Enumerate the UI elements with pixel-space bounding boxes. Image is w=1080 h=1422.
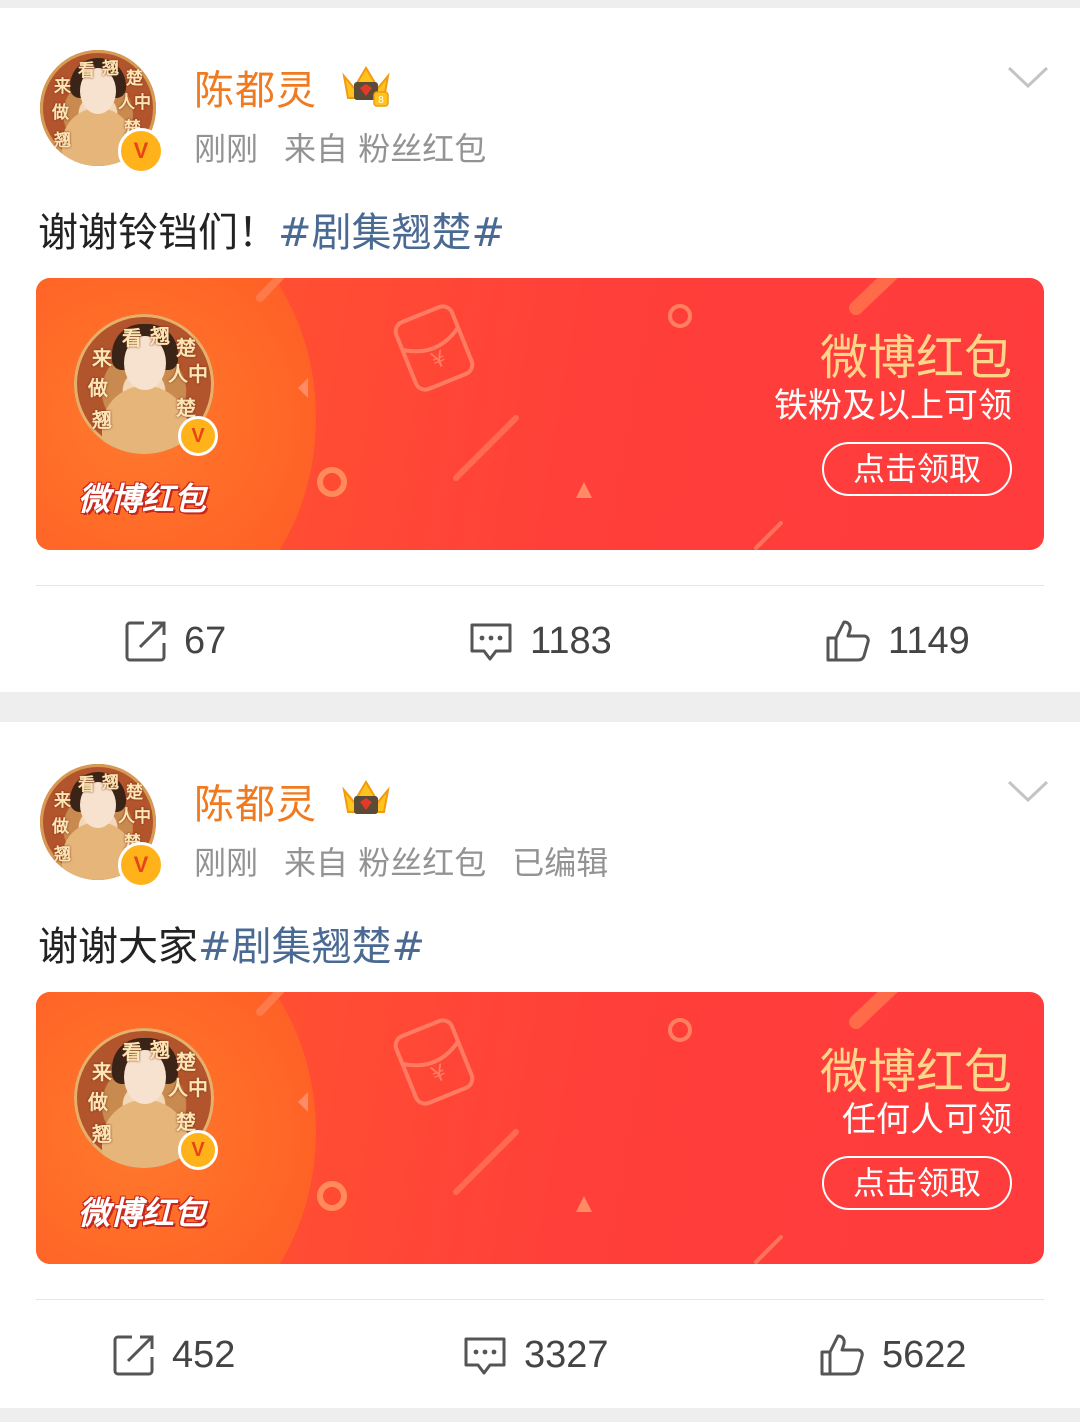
claim-button[interactable]: 点击领取 [822, 1156, 1012, 1210]
avatar-text: 中 [188, 362, 208, 386]
avatar-text: 来 [92, 1060, 112, 1084]
like-count: 1149 [888, 619, 970, 662]
author-name[interactable]: 陈都灵 [194, 772, 317, 830]
avatar-text: 中 [134, 93, 151, 113]
comment-icon [470, 623, 512, 661]
repost-count: 452 [172, 1333, 236, 1376]
weibo-post: 来 看 翘 楚 做 人 中 翘 楚 V 陈都灵 8 刚刚来自 粉丝红包 谢谢铃铛… [0, 8, 1080, 692]
avatar-text: 翘 [54, 845, 71, 865]
like-button[interactable]: 1149 [824, 616, 970, 666]
avatar-text: 看 [78, 775, 95, 795]
avatar-text: 做 [88, 376, 108, 400]
action-bar: 452 3327 5622 [0, 1318, 1080, 1388]
avatar-text: 楚 [126, 783, 143, 803]
divider [36, 585, 1044, 586]
avatar-text: 人 [118, 807, 135, 827]
like-button[interactable]: 5622 [818, 1330, 967, 1380]
divider [36, 1299, 1044, 1300]
chevron-down-icon[interactable] [1006, 778, 1050, 806]
like-icon [826, 620, 870, 662]
red-packet-card[interactable]: ¥ 来 看 翘 楚 做 人 中 翘 楚 V 微博红包 微博红包 任何人可领 点击… [36, 992, 1044, 1264]
post-text: 谢谢大家#剧集翘楚# [38, 914, 425, 972]
edited-label[interactable]: 已编辑 [512, 844, 608, 882]
comment-count: 1183 [530, 619, 612, 662]
claim-button[interactable]: 点击领取 [822, 442, 1012, 496]
avatar-text: 翘 [150, 324, 170, 348]
comment-button[interactable]: 1183 [468, 616, 612, 666]
post-meta: 刚刚 来自 粉丝红包 已编辑 [194, 838, 634, 884]
comment-count: 3327 [524, 1333, 609, 1376]
avatar-text: 看 [122, 1040, 142, 1064]
repost-button[interactable]: 67 [124, 616, 226, 666]
like-count: 5622 [882, 1333, 967, 1376]
crown-badge-icon[interactable]: 8 [338, 62, 394, 108]
verified-badge-icon: V [118, 842, 164, 888]
avatar-text: 翘 [102, 773, 119, 793]
post-text-main: 谢谢铃铛们！ [38, 210, 278, 256]
avatar-text: 人 [168, 1076, 188, 1100]
avatar-text: 翘 [102, 59, 119, 79]
avatar-text: 做 [52, 817, 69, 837]
avatar-text: 楚 [176, 1050, 196, 1074]
svg-text:8: 8 [378, 95, 384, 106]
card-subtitle: 铁粉及以上可领 [774, 386, 1012, 426]
verified-badge-icon: V [178, 1130, 218, 1170]
post-time: 刚刚 [194, 844, 259, 882]
avatar-text: 楚 [126, 69, 143, 89]
chevron-down-icon[interactable] [1006, 64, 1050, 92]
post-time: 刚刚 [194, 130, 259, 168]
verified-badge-icon: V [118, 128, 164, 174]
like-icon [820, 1334, 864, 1376]
avatar-text: 做 [52, 103, 69, 123]
crown-badge-icon[interactable] [338, 776, 394, 822]
svg-text:¥: ¥ [428, 1060, 450, 1088]
avatar-text: 中 [134, 807, 151, 827]
avatar-text: 做 [88, 1090, 108, 1114]
post-text-main: 谢谢大家 [38, 924, 198, 970]
weibo-post: 来 看 翘 楚 做 人 中 翘 楚 V 陈都灵 刚刚来自 粉丝红包已编辑 谢谢大… [0, 722, 1080, 1408]
avatar-text: 翘 [92, 408, 112, 432]
avatar-text: 人 [168, 362, 188, 386]
card-subtitle: 任何人可领 [842, 1100, 1012, 1140]
repost-button[interactable]: 452 [112, 1330, 235, 1380]
comment-button[interactable]: 3327 [462, 1330, 609, 1380]
repost-icon [113, 1335, 154, 1376]
post-meta: 刚刚 来自 粉丝红包 [194, 124, 512, 170]
post-source[interactable]: 来自 粉丝红包 [284, 844, 486, 882]
avatar-text: 翘 [150, 1038, 170, 1062]
red-packet-card[interactable]: ¥ 来 看 翘 楚 做 人 中 翘 楚 V 微博红包 微博红包 铁粉及以上可领 … [36, 278, 1044, 550]
hashtag-link[interactable]: #剧集翘楚# [198, 924, 425, 970]
avatar-text: 看 [78, 61, 95, 81]
post-text: 谢谢铃铛们！#剧集翘楚# [38, 200, 505, 258]
repost-count: 67 [184, 619, 227, 662]
repost-icon [125, 621, 166, 662]
avatar-text: 人 [118, 93, 135, 113]
post-source[interactable]: 来自 粉丝红包 [284, 130, 486, 168]
action-bar: 67 1183 1149 [0, 604, 1080, 674]
verified-badge-icon: V [178, 416, 218, 456]
avatar-text: 看 [122, 326, 142, 350]
avatar-text: 来 [54, 77, 71, 97]
avatar-text: 楚 [176, 336, 196, 360]
avatar-text: 来 [92, 346, 112, 370]
card-brand-logo: 微博红包 [78, 480, 207, 518]
author-name[interactable]: 陈都灵 [194, 58, 317, 116]
avatar-text: 来 [54, 791, 71, 811]
comment-icon [464, 1337, 506, 1375]
svg-text:¥: ¥ [428, 346, 450, 374]
avatar-text: 中 [188, 1076, 208, 1100]
hashtag-link[interactable]: #剧集翘楚# [278, 210, 505, 256]
avatar-text: 翘 [54, 131, 71, 151]
avatar-text: 翘 [92, 1122, 112, 1146]
card-brand-logo: 微博红包 [78, 1194, 207, 1232]
